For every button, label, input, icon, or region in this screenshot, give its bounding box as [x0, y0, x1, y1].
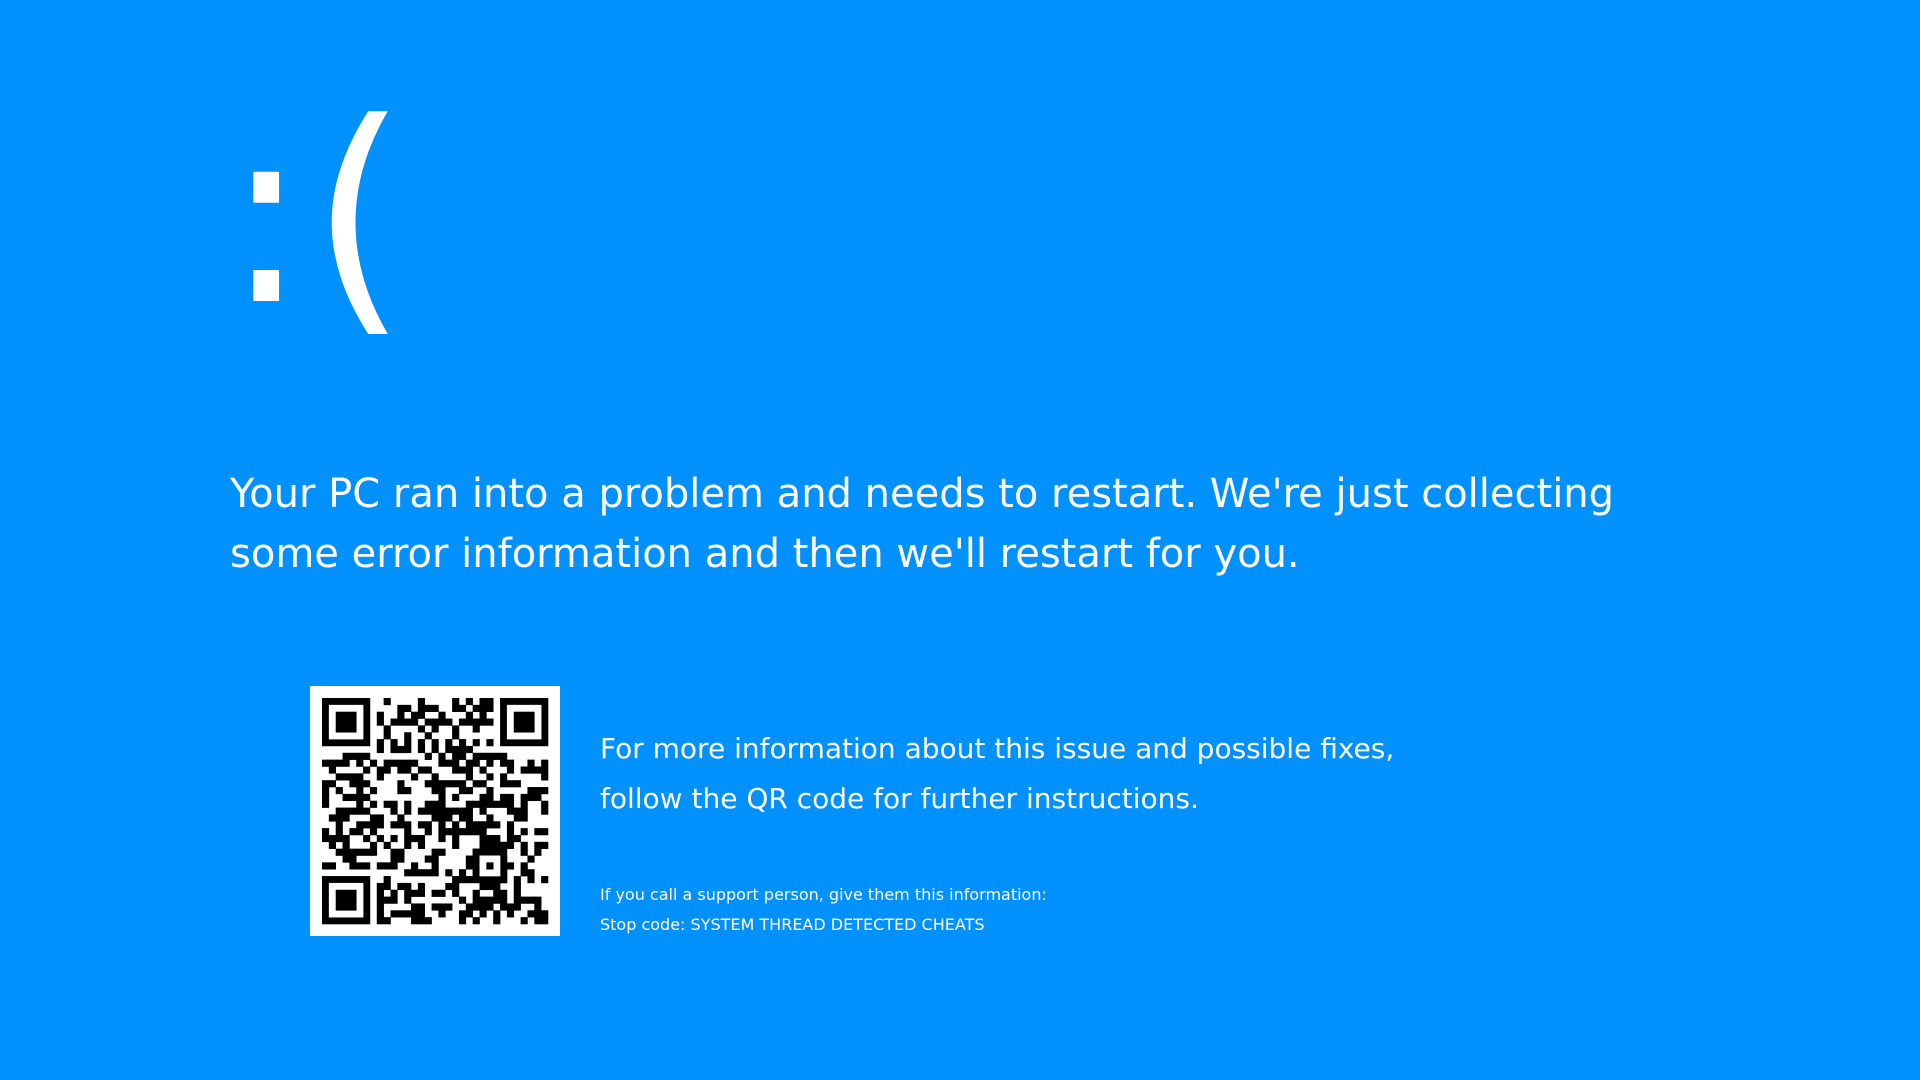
bsod-screen: :( Your PC ran into a problem and needs … — [0, 0, 1920, 1080]
qr-code — [310, 686, 560, 936]
error-message-line-1: Your PC ran into a problem and needs to … — [230, 471, 1615, 517]
more-info-line-1: For more information about this issue an… — [600, 732, 1395, 765]
error-message: Your PC ran into a problem and needs to … — [230, 464, 1630, 584]
sad-face-emoticon: :( — [224, 69, 410, 360]
more-info-block: For more information about this issue an… — [600, 724, 1500, 824]
stop-code-line: Stop code: SYSTEM THREAD DETECTED CHEATS — [600, 910, 1500, 940]
support-call-text: If you call a support person, give them … — [600, 885, 1047, 904]
qr-code-icon — [322, 698, 549, 925]
stop-code-value: SYSTEM THREAD DETECTED CHEATS — [690, 915, 985, 934]
support-info: If you call a support person, give them … — [600, 880, 1500, 940]
more-info-line-2: follow the QR code for further instructi… — [600, 782, 1199, 815]
stop-code-label: Stop code: — [600, 915, 686, 934]
error-message-line-2: some error information and then we'll re… — [230, 531, 1300, 577]
